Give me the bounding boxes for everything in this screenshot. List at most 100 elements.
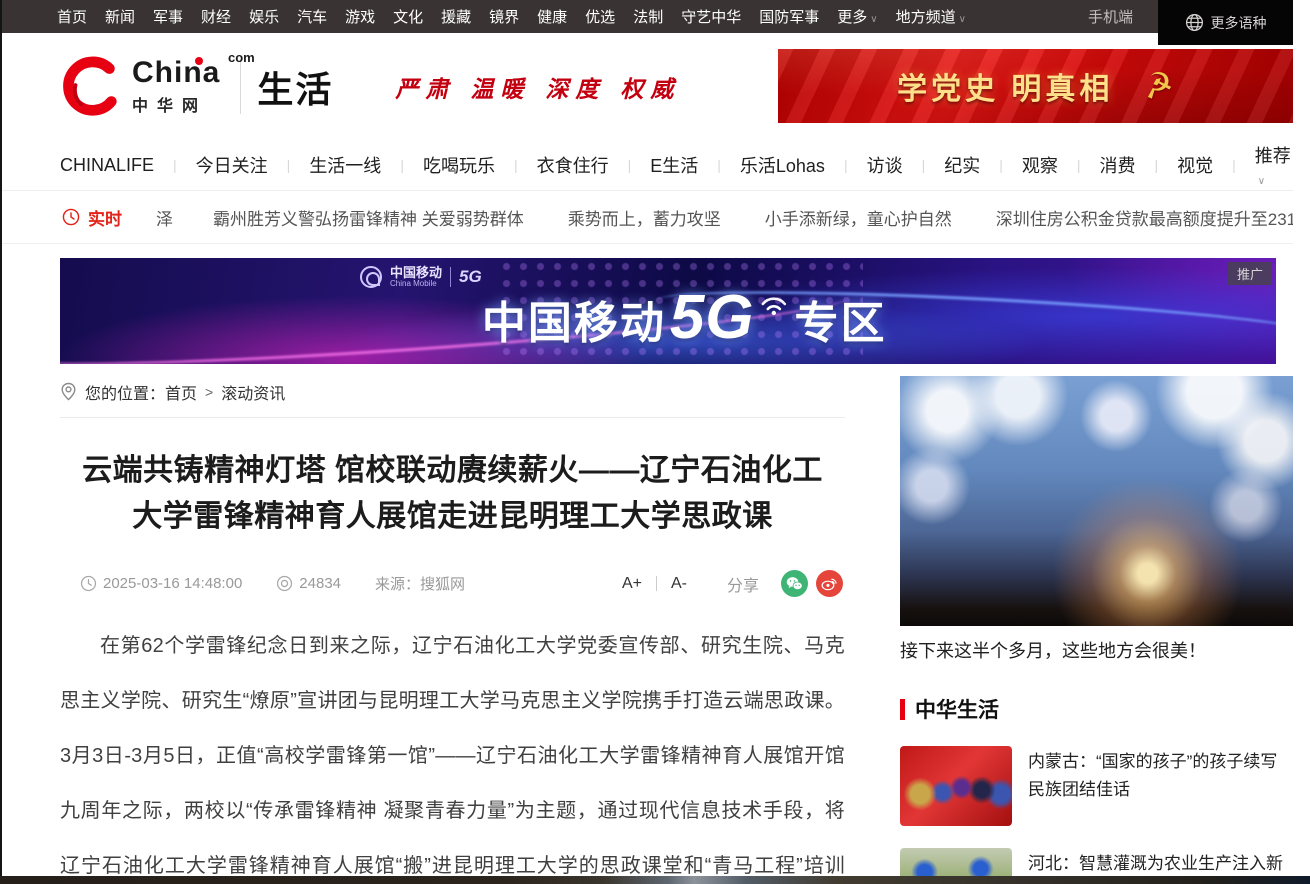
china-mobile-logo: 中国移动 China Mobile 5G (360, 266, 482, 288)
article-body-paragraph: 在第62个学雷锋纪念日到来之际，辽宁石油化工大学党委宣传部、研究生院、马克思主义… (60, 619, 845, 884)
top-nav-link[interactable]: 军事 (153, 6, 183, 27)
ticker-item-link[interactable]: 深圳住房公积金贷款最高额度提升至231万元 (996, 205, 1293, 230)
top-nav-link[interactable]: 文化 (393, 6, 423, 27)
publish-time-icon (80, 575, 97, 592)
font-decrease-button[interactable]: A- (671, 575, 687, 593)
window-left-edge (0, 0, 2, 884)
channel-nav-recommend-dropdown[interactable]: 推荐∨ (1255, 142, 1293, 189)
font-buttons-divider (656, 576, 657, 591)
nav-separator: | (717, 157, 721, 173)
ticker-item-partial[interactable]: 泽 (156, 205, 173, 230)
chevron-down-icon: ∨ (870, 14, 877, 25)
top-nav-link[interactable]: 国防军事 (759, 6, 819, 27)
breadcrumb-home-link[interactable]: 首页 (165, 380, 197, 404)
mobile-version-link[interactable]: 手机端 (1088, 0, 1133, 33)
header-divider (240, 60, 241, 114)
share-wechat-button[interactable] (781, 570, 808, 597)
china-mobile-logo-cn: 中国移动 (390, 266, 442, 279)
ticker-item-link[interactable]: 霸州胜芳义警弘扬雷锋精神 关爱弱势群体 (213, 205, 524, 230)
top-nav-link[interactable]: 新闻 (105, 6, 135, 27)
breadcrumb-separator: > (205, 384, 213, 400)
channel-nav-link[interactable]: 生活一线 (309, 152, 381, 178)
sidebar-photo-caption[interactable]: 接下来这半个多月，这些地方会很美！ (900, 638, 1293, 664)
sidebar-news-item[interactable]: 内蒙古：“国家的孩子”的孩子续写民族团结佳话 (900, 746, 1293, 826)
share-label: 分享 (727, 572, 759, 596)
logo-red-dot (195, 57, 203, 65)
channel-nav-link[interactable]: CHINALIFE (60, 155, 154, 176)
article-meta-row: 2025-03-16 14:48:00 24834 来源：搜狐网 A+ A- 分… (60, 570, 845, 597)
top-nav-link[interactable]: 娱乐 (249, 6, 279, 27)
realtime-news-ticker: 实时 泽 霸州胜芳义警弘扬雷锋精神 关爱弱势群体 乘势而上，蓄力攻坚 小手添新绿，童… (0, 191, 1293, 244)
globe-icon (1185, 13, 1204, 32)
top-nav-link[interactable]: 守艺中华 (681, 6, 741, 27)
top-nav-items: 首页新闻军事财经娱乐汽车游戏文化援藏镜界健康优选法制守艺中华国防军事 (57, 6, 837, 27)
channel-nav-link[interactable]: 纪实 (944, 152, 980, 178)
ad-banner-text: 学党史 明真相 (897, 64, 1113, 108)
chinacom-logo-icon[interactable] (60, 56, 122, 118)
china-mobile-logo-en: China Mobile (390, 279, 442, 288)
top-nav-link[interactable]: 优选 (585, 6, 615, 27)
nav-separator: | (922, 157, 926, 173)
top-nav-link[interactable]: 首页 (57, 6, 87, 27)
top-nav-link[interactable]: 援藏 (441, 6, 471, 27)
nav-separator: | (1232, 157, 1236, 173)
language-switcher[interactable]: 更多语种 (1158, 0, 1293, 45)
top-nav-link[interactable]: 财经 (201, 6, 231, 27)
promo-tag: 推广 (1228, 262, 1272, 285)
channel-nav-items: CHINALIFE | 今日关注 | 生活一线 | 吃喝玩乐 | 衣食住行 | E生活 | 乐活Loha… (60, 152, 1255, 178)
banner-logo-5g-tag: 5G (459, 267, 482, 287)
logo-chinese-text: 中华网 (132, 92, 220, 116)
chevron-down-icon: ∨ (959, 14, 966, 25)
channel-nav-link[interactable]: 视觉 (1177, 152, 1213, 178)
top-nav-bar: 首页新闻军事财经娱乐汽车游戏文化援藏镜界健康优选法制守艺中华国防军事 更多∨ 地… (0, 0, 1293, 33)
chinacom-logo-text[interactable]: China com 中华网 (132, 58, 220, 116)
channel-nav-link[interactable]: 衣食住行 (537, 152, 609, 178)
news-item-title: 内蒙古：“国家的孩子”的孩子续写民族团结佳话 (1028, 746, 1293, 826)
nav-separator: | (1155, 157, 1159, 173)
top-nav-link[interactable]: 游戏 (345, 6, 375, 27)
clock-icon (62, 208, 80, 226)
news-thumbnail (900, 746, 1012, 826)
nav-separator: | (999, 157, 1003, 173)
page: 首页新闻军事财经娱乐汽车游戏文化援藏镜界健康优选法制守艺中华国防军事 更多∨ 地… (0, 0, 1293, 884)
china-mobile-5g-ad-banner[interactable]: 中国移动 China Mobile 5G 中国移动 5G 专区 推广 (60, 258, 1276, 364)
sidebar-feature-photo[interactable] (900, 376, 1293, 626)
wechat-icon (786, 576, 803, 591)
party-history-ad-banner[interactable]: 学党史 明真相 ☭ (778, 49, 1293, 123)
china-mobile-logo-icon (360, 266, 382, 288)
top-nav-link[interactable]: 镜界 (489, 6, 519, 27)
channel-nav-link[interactable]: 消费 (1100, 152, 1136, 178)
channel-nav-link[interactable]: 访谈 (867, 152, 903, 178)
banner-headline-suffix: 专区 (795, 287, 887, 351)
section-accent-bar (900, 699, 905, 720)
share-weibo-button[interactable] (816, 570, 843, 597)
banner-headline-prefix: 中国移动 (482, 287, 666, 351)
banner-logo-divider (450, 267, 451, 287)
top-nav-link[interactable]: 法制 (633, 6, 663, 27)
breadcrumb: 您的位置： 首页 > 滚动资讯 (60, 378, 845, 418)
next-image-edge-strip (0, 876, 1310, 884)
top-nav-more-dropdown[interactable]: 更多∨ (837, 6, 877, 27)
location-pin-icon (60, 382, 77, 401)
channel-title[interactable]: 生活 (257, 61, 333, 113)
banner-headline-5g: 5G (670, 282, 755, 353)
top-nav-link[interactable]: 健康 (537, 6, 567, 27)
channel-nav-link[interactable]: 今日关注 (196, 152, 268, 178)
realtime-label: 实时 (88, 205, 122, 230)
top-nav-region-dropdown[interactable]: 地方频道∨ (896, 6, 966, 27)
sidebar: 接下来这半个多月，这些地方会很美！ 中华生活 内蒙古：“国家的孩子”的孩子续写民… (900, 376, 1293, 884)
article-title: 云端共铸精神灯塔 馆校联动赓续薪火——辽宁石油化工大学雷锋精神育人展馆走进昆明理… (68, 448, 838, 540)
channel-nav-link[interactable]: 乐活Lohas (740, 152, 825, 178)
nav-separator: | (287, 157, 291, 173)
channel-nav-link[interactable]: 吃喝玩乐 (423, 152, 495, 178)
breadcrumb-current-link[interactable]: 滚动资讯 (221, 380, 285, 404)
channel-nav-link[interactable]: 观察 (1022, 152, 1058, 178)
font-increase-button[interactable]: A+ (622, 575, 642, 593)
site-header: China com 中华网 生活 严肃 温暖 深度 权威 学党史 明真相 ☭ (0, 33, 1293, 140)
ticker-item-link[interactable]: 乘势而上，蓄力攻坚 (568, 205, 721, 230)
channel-nav-link[interactable]: E生活 (650, 152, 698, 178)
ticker-item-link[interactable]: 小手添新绿，童心护自然 (765, 205, 952, 230)
top-nav-link[interactable]: 汽车 (297, 6, 327, 27)
chevron-down-icon: ∨ (1258, 176, 1265, 187)
sidebar-news-list: 内蒙古：“国家的孩子”的孩子续写民族团结佳话 河北：智慧灌溉为农业生产注入新活力 (900, 746, 1293, 884)
